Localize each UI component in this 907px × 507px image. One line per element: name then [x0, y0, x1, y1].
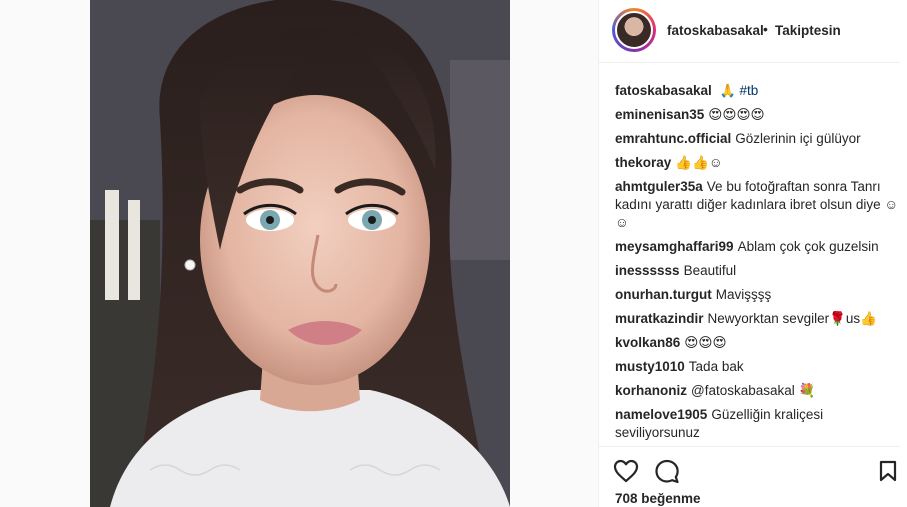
comment-text: @fatoskabasakal 💐	[691, 383, 816, 398]
comment-list: fatoskabasakal 🙏 #tb eminenisan35 😍😍😍😍 em…	[615, 82, 900, 448]
story-ring[interactable]	[612, 8, 656, 52]
comment-username[interactable]: ahmtguler35a	[615, 179, 703, 194]
comment: namelove1905 Güzelliğin kraliçesi seviliy…	[615, 406, 900, 442]
header-separator: •	[763, 21, 768, 37]
header-username[interactable]: fatoskabasakal	[667, 23, 764, 38]
heart-icon[interactable]	[613, 459, 639, 483]
avatar[interactable]	[615, 11, 653, 49]
portrait-image	[90, 0, 510, 507]
bookmark-icon[interactable]	[879, 460, 897, 482]
follow-status[interactable]: Takiptesin	[775, 23, 841, 38]
comment-text: Beautiful	[683, 263, 737, 278]
action-bar	[599, 446, 900, 487]
caption-emoji: 🙏	[719, 83, 736, 98]
comment-username[interactable]: korhanoniz	[615, 383, 687, 398]
comment: emrahtunc.official Gözlerinin içi gülüyor	[615, 130, 900, 148]
comment-username[interactable]: musty1010	[615, 359, 685, 374]
post-side-panel: fatoskabasakal • Takiptesin fatoskabasak…	[598, 0, 907, 507]
comment-username[interactable]: meysamghaffari99	[615, 239, 734, 254]
comment: ahmtguler35a Ve bu fotoğraftan sonra Tanr…	[615, 178, 900, 232]
comment: eminenisan35 😍😍😍😍	[615, 106, 900, 124]
comment: thekoray 👍👍☺	[615, 154, 900, 172]
comment-text: Newyorktan sevgiler🌹us👍	[707, 311, 877, 326]
like-count[interactable]: 708 beğenme	[615, 491, 701, 506]
comment: muratkazindir Newyorktan sevgiler🌹us👍	[615, 310, 900, 328]
post-photo[interactable]	[90, 0, 510, 507]
comment-text: Ablam çok çok guzelsin	[737, 239, 879, 254]
comment-username[interactable]: kvolkan86	[615, 335, 680, 350]
comment-username[interactable]: emrahtunc.official	[615, 131, 731, 146]
comment: onurhan.turgut Mavişşşş	[615, 286, 900, 304]
comment-username[interactable]: namelove1905	[615, 407, 707, 422]
caption-hashtag[interactable]: #tb	[740, 83, 759, 98]
comment: korhanoniz @fatoskabasakal 💐	[615, 382, 900, 400]
comment: meysamghaffari99 Ablam çok çok guzelsin	[615, 238, 900, 256]
comment-username[interactable]: inessssss	[615, 263, 680, 278]
comment: musty1010 Tada bak	[615, 358, 900, 376]
comment-text: 👍👍☺	[675, 155, 723, 170]
comment-text: 😍😍😍	[684, 335, 727, 350]
comment-username[interactable]: onurhan.turgut	[615, 287, 712, 302]
comment-username[interactable]: eminenisan35	[615, 107, 704, 122]
post-header: fatoskabasakal • Takiptesin	[599, 0, 900, 63]
comment-text: Gözlerinin içi gülüyor	[735, 131, 861, 146]
comment-username[interactable]: thekoray	[615, 155, 671, 170]
comment-text: Tada bak	[688, 359, 744, 374]
caption: fatoskabasakal 🙏 #tb	[615, 82, 900, 100]
comment: inessssss Beautiful	[615, 262, 900, 280]
comment-text: Mavişşşş	[715, 287, 772, 302]
caption-username[interactable]: fatoskabasakal	[615, 83, 712, 98]
comment-username[interactable]: muratkazindir	[615, 311, 704, 326]
comment-icon[interactable]	[654, 459, 680, 485]
comment-text: 😍😍😍😍	[708, 107, 765, 122]
comment: kvolkan86 😍😍😍	[615, 334, 900, 352]
